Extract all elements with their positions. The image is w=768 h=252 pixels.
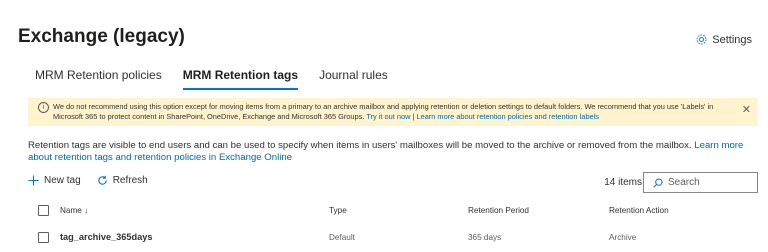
banner-text: We do not recommend using this option ex… bbox=[53, 102, 743, 121]
description-body: Retention tags are visible to end users … bbox=[28, 140, 692, 151]
column-header-retention-period[interactable]: Retention Period bbox=[468, 206, 529, 215]
column-header-name[interactable]: Name ↓ bbox=[60, 206, 88, 215]
try-it-out-link[interactable]: Try it out now bbox=[366, 112, 410, 121]
refresh-label: Refresh bbox=[112, 175, 148, 186]
new-tag-button[interactable]: New tag bbox=[28, 175, 81, 186]
learn-more-retention-labels-link[interactable]: Learn more about retention policies and … bbox=[416, 112, 598, 121]
row-type: Default bbox=[329, 233, 355, 242]
description-text: Retention tags are visible to end users … bbox=[28, 140, 763, 163]
warning-banner: i We do not recommend using this option … bbox=[28, 98, 758, 126]
close-icon[interactable]: ✕ bbox=[742, 103, 751, 116]
settings-label: Settings bbox=[712, 33, 752, 46]
new-tag-label: New tag bbox=[44, 175, 81, 186]
refresh-button[interactable]: Refresh bbox=[97, 175, 148, 186]
row-checkbox[interactable] bbox=[38, 232, 49, 243]
search-input[interactable]: Search bbox=[643, 172, 758, 193]
tab-journal-rules[interactable]: Journal rules bbox=[319, 68, 388, 88]
row-retention-action: Archive bbox=[609, 233, 637, 242]
info-icon: i bbox=[38, 102, 49, 113]
gear-icon bbox=[696, 34, 707, 45]
search-icon bbox=[653, 178, 663, 188]
item-count: 14 items bbox=[604, 177, 642, 188]
tab-bar: MRM Retention policies MRM Retention tag… bbox=[35, 68, 388, 90]
toolbar: New tag Refresh bbox=[28, 175, 148, 186]
column-header-type[interactable]: Type bbox=[329, 206, 347, 215]
plus-icon bbox=[28, 175, 39, 186]
row-name[interactable]: tag_archive_365days bbox=[60, 232, 152, 242]
refresh-icon bbox=[98, 175, 107, 185]
column-header-retention-action[interactable]: Retention Action bbox=[609, 206, 669, 215]
row-retention-period: 365 days bbox=[468, 233, 502, 242]
banner-separator: | bbox=[412, 111, 415, 121]
page-title: Exchange (legacy) bbox=[18, 26, 185, 47]
select-all-checkbox[interactable] bbox=[38, 205, 49, 216]
settings-button[interactable]: Settings bbox=[695, 33, 752, 46]
tab-mrm-retention-policies[interactable]: MRM Retention policies bbox=[35, 68, 162, 88]
table-header: Name ↓ Type Retention Period Retention A… bbox=[38, 205, 758, 219]
tab-mrm-retention-tags[interactable]: MRM Retention tags bbox=[182, 68, 299, 90]
table-row[interactable]: tag_archive_365days Default 365 days Arc… bbox=[38, 232, 758, 246]
search-placeholder: Search bbox=[668, 177, 700, 188]
